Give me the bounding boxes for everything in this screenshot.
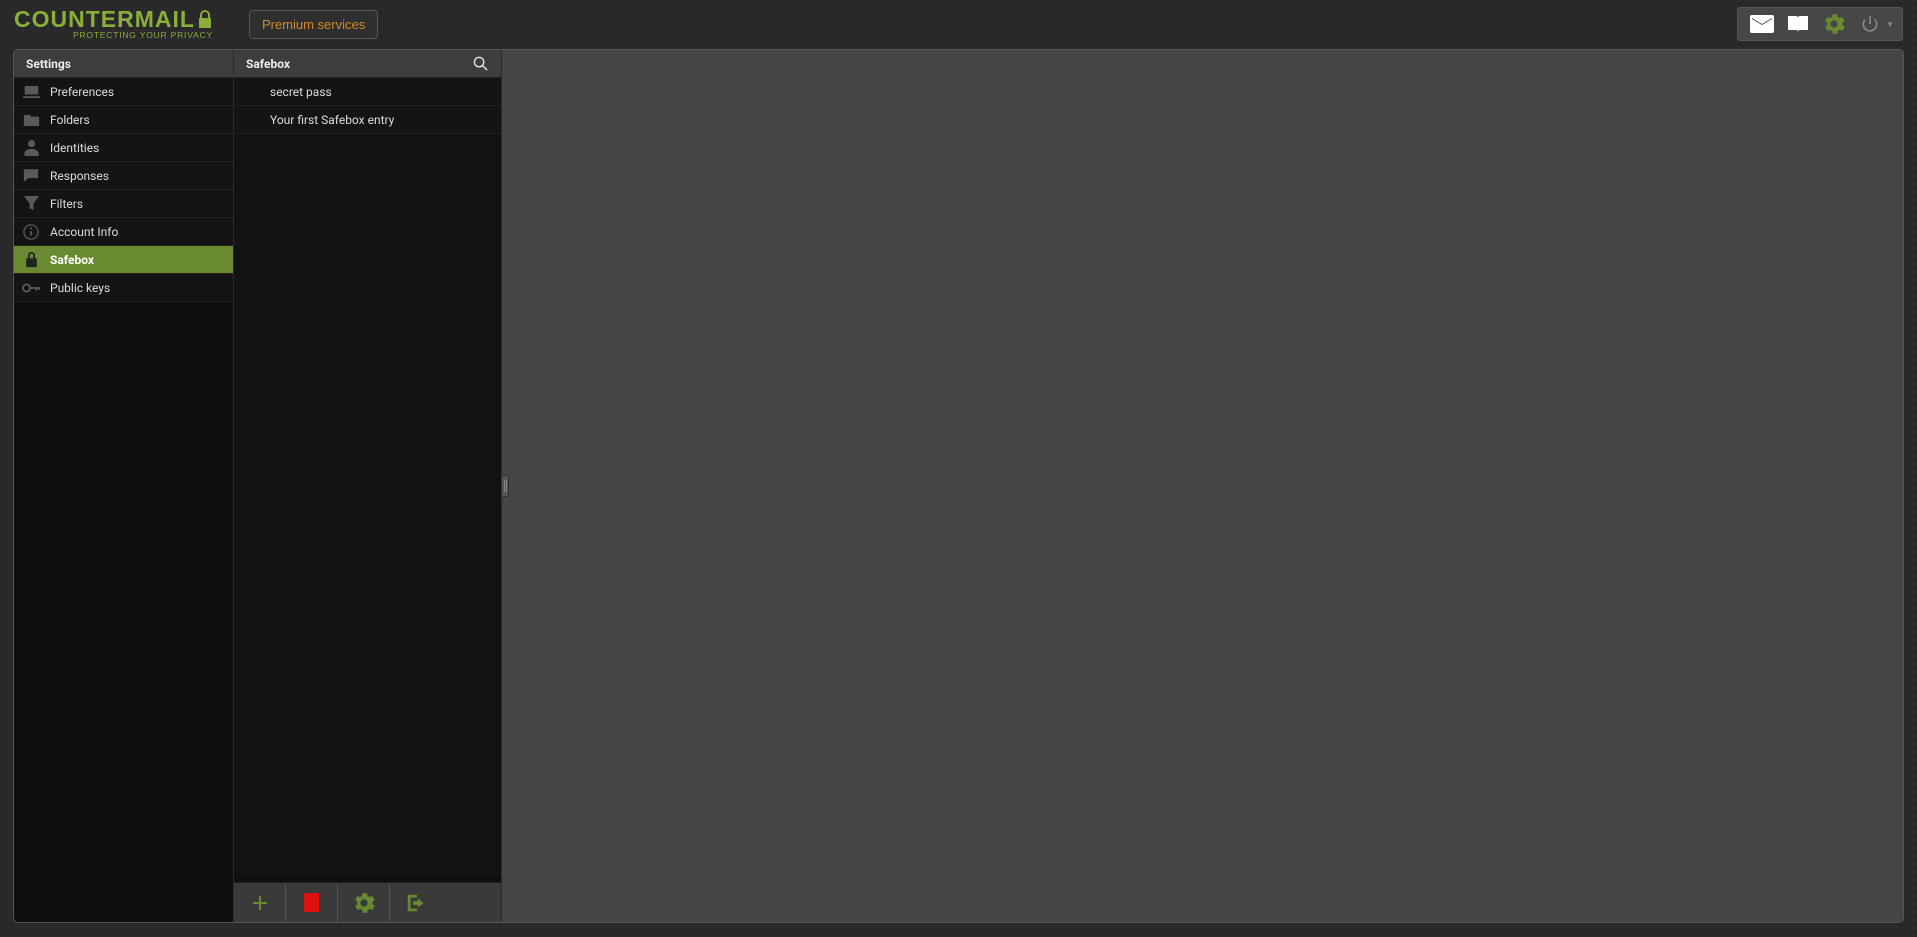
sidebar-item-label: Safebox	[50, 253, 94, 267]
sidebar-title: Settings	[14, 50, 233, 78]
chat-icon	[22, 167, 40, 185]
lock-icon	[22, 251, 40, 269]
laptop-icon	[22, 83, 40, 101]
delete-icon	[304, 893, 319, 912]
sidebar-item-responses[interactable]: Responses	[14, 162, 233, 190]
settings-button[interactable]	[338, 883, 390, 923]
export-button[interactable]	[390, 883, 442, 923]
sidebar-item-label: Preferences	[50, 85, 114, 99]
person-icon	[22, 139, 40, 157]
power-icon[interactable]	[1854, 10, 1886, 38]
safebox-entry-label: Your first Safebox entry	[270, 113, 394, 127]
top-bar: COUNTERMAIL PROTECTING YOUR PRIVACY Prem…	[2, 2, 1915, 46]
main-panel: Settings Preferences Folders	[13, 49, 1904, 923]
folder-icon	[22, 111, 40, 129]
delete-button[interactable]	[286, 883, 338, 923]
book-icon[interactable]	[1782, 10, 1814, 38]
safebox-toolbar	[234, 882, 501, 922]
key-icon	[22, 279, 40, 297]
top-toolbar: ▼	[1737, 7, 1903, 41]
lock-icon	[197, 10, 213, 30]
info-icon	[22, 223, 40, 241]
sidebar-item-public-keys[interactable]: Public keys	[14, 274, 233, 302]
filter-icon	[22, 195, 40, 213]
add-button[interactable]	[234, 883, 286, 923]
safebox-title: Safebox	[246, 57, 290, 71]
safebox-list: secret pass Your first Safebox entry	[234, 78, 501, 876]
sidebar-item-label: Filters	[50, 197, 83, 211]
sidebar-item-preferences[interactable]: Preferences	[14, 78, 233, 106]
sidebar-item-account-info[interactable]: Account Info	[14, 218, 233, 246]
search-icon[interactable]	[471, 55, 489, 73]
sidebar-item-label: Account Info	[50, 225, 118, 239]
safebox-entry[interactable]: Your first Safebox entry	[234, 106, 501, 134]
logo-text: COUNTERMAIL	[14, 10, 195, 28]
settings-icon[interactable]	[1818, 10, 1850, 38]
chevron-down-icon[interactable]: ▼	[1886, 20, 1894, 29]
sidebar-item-filters[interactable]: Filters	[14, 190, 233, 218]
settings-sidebar: Settings Preferences Folders	[14, 50, 234, 922]
mail-icon[interactable]	[1746, 10, 1778, 38]
safebox-entry-label: secret pass	[270, 85, 332, 99]
sidebar-item-folders[interactable]: Folders	[14, 106, 233, 134]
premium-services-button[interactable]: Premium services	[249, 10, 378, 39]
sidebar-item-label: Responses	[50, 169, 109, 183]
sidebar-item-identities[interactable]: Identities	[14, 134, 233, 162]
sidebar-item-label: Folders	[50, 113, 90, 127]
safebox-entry[interactable]: secret pass	[234, 78, 501, 106]
sidebar-items: Preferences Folders Identities	[14, 78, 233, 922]
drag-handle[interactable]	[501, 475, 509, 497]
logo[interactable]: COUNTERMAIL PROTECTING YOUR PRIVACY	[14, 10, 213, 39]
content-area	[502, 50, 1903, 922]
sidebar-item-safebox[interactable]: Safebox	[14, 246, 233, 274]
safebox-column: Safebox secret pass Your first Safebox e…	[234, 50, 502, 922]
sidebar-item-label: Identities	[50, 141, 99, 155]
logo-subtitle: PROTECTING YOUR PRIVACY	[14, 32, 213, 39]
sidebar-item-label: Public keys	[50, 281, 110, 295]
